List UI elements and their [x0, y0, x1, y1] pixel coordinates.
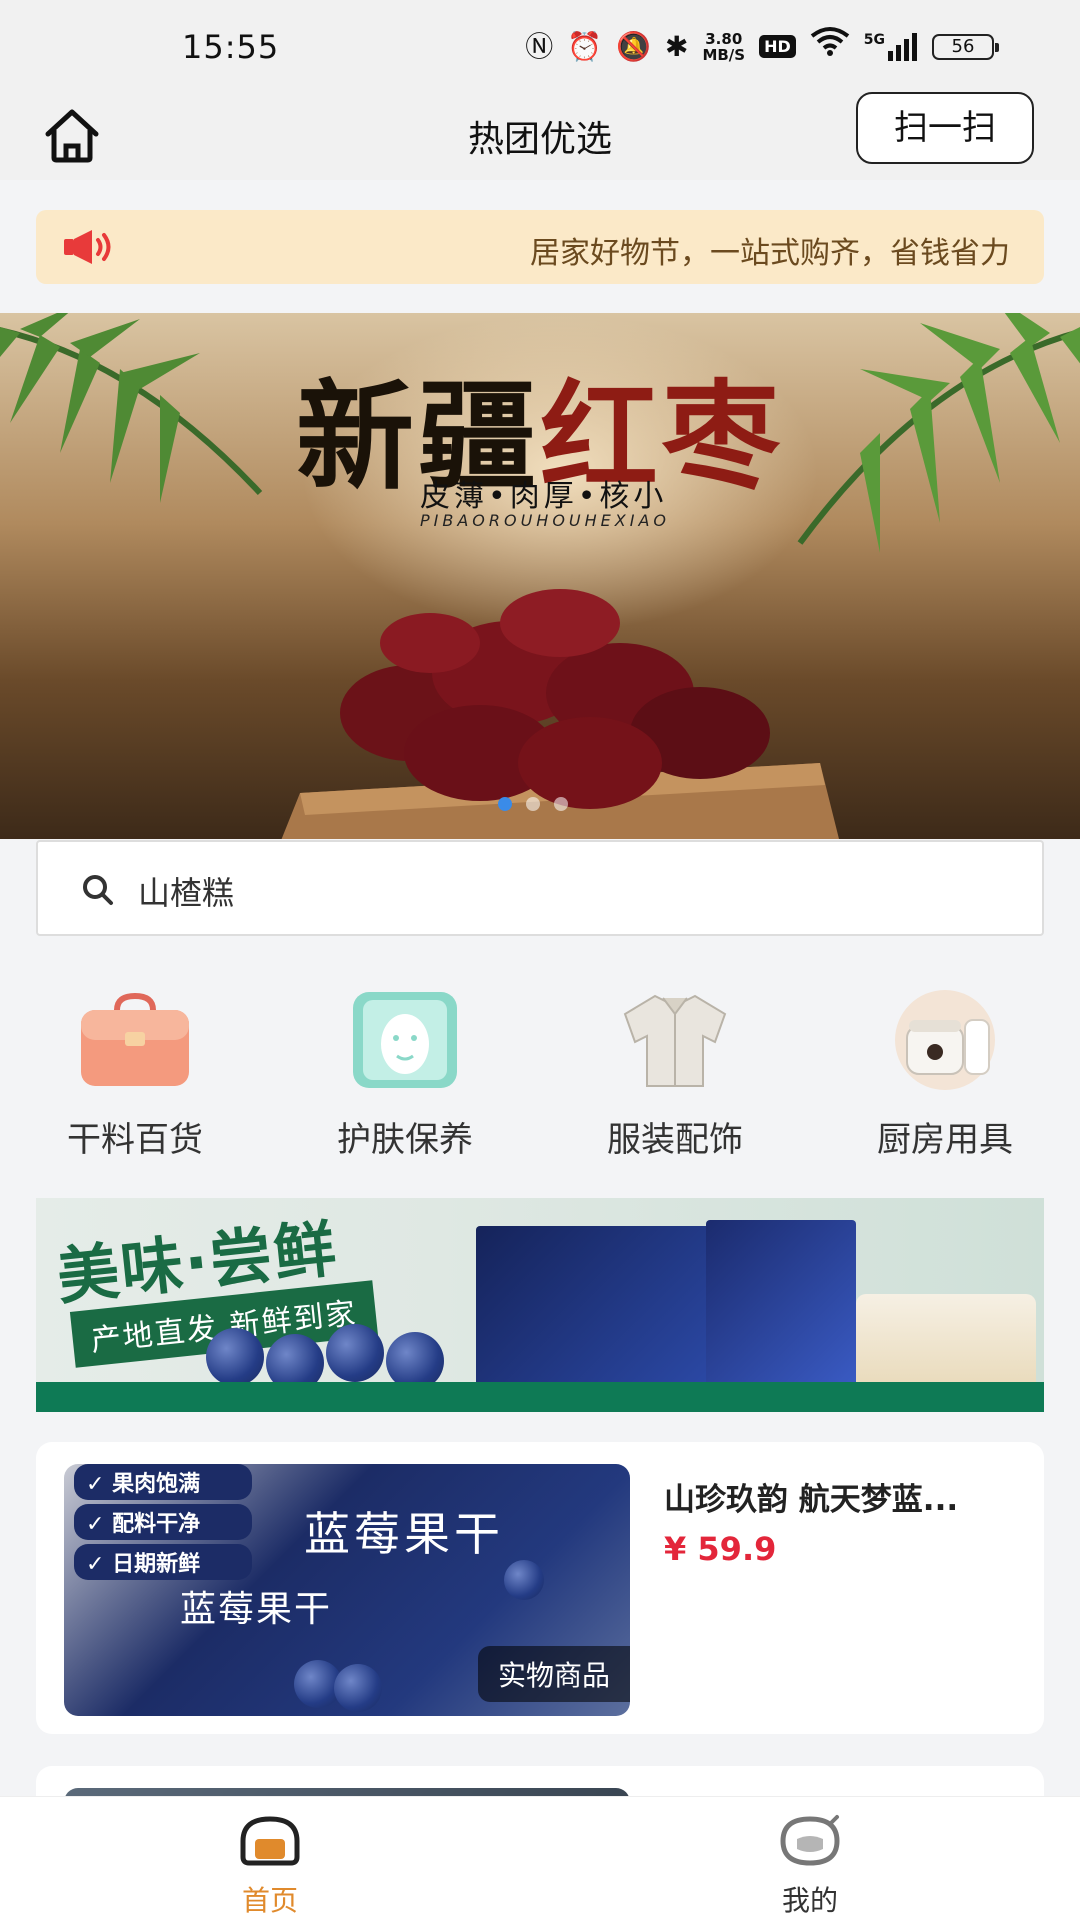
- category-label: 护肤保养: [337, 1120, 473, 1160]
- product-card[interactable]: ✓ 果肉饱满 ✓ 配料干净 ✓ 日期新鲜 蓝莓果干 蓝莓果干 实物商品 山珍玖韵…: [36, 1442, 1044, 1734]
- category-item[interactable]: 厨房用具: [810, 980, 1080, 1160]
- category-item[interactable]: 服装配饰: [540, 980, 810, 1160]
- banner-subtitle: 皮薄•肉厚•核小: [420, 479, 668, 514]
- tab-home[interactable]: 首页: [0, 1797, 540, 1920]
- status-time: 15:55: [182, 28, 280, 66]
- category-grid: 干料百货 护肤保养 服装配饰 厨房用具: [0, 980, 1080, 1160]
- banner-subtitle-en: PIBAOROUHOUHEXIAO: [420, 511, 670, 530]
- promo-product-box: [476, 1226, 726, 1386]
- carousel-dots: [498, 797, 568, 811]
- category-item[interactable]: 干料百货: [0, 980, 270, 1160]
- bluetooth-icon: ✱: [664, 29, 689, 63]
- feature-tags: ✓ 果肉饱满 ✓ 配料干净 ✓ 日期新鲜: [74, 1464, 252, 1580]
- search-icon: [83, 875, 113, 905]
- hero-banner[interactable]: 新疆红枣 皮薄•肉厚•核小 PIBAOROUHOUHEXIAO: [0, 313, 1080, 839]
- promo-band: [36, 1382, 1044, 1412]
- carousel-dot[interactable]: [498, 797, 512, 811]
- shirt-icon: [623, 994, 727, 1087]
- product-image[interactable]: ✓ 果肉饱满 ✓ 配料干净 ✓ 日期新鲜 蓝莓果干 蓝莓果干 实物商品: [64, 1464, 630, 1716]
- blueberry-image: [334, 1664, 382, 1712]
- promo-product-jar: [856, 1294, 1036, 1394]
- search-input[interactable]: 山楂糕: [138, 868, 234, 914]
- feature-tag: ✓ 果肉饱满: [74, 1464, 252, 1500]
- blueberry-image: [504, 1560, 544, 1600]
- battery-icon: 56: [932, 33, 999, 60]
- rice-cooker-icon: [895, 990, 995, 1090]
- alarm-icon: ⏰: [567, 29, 603, 63]
- promo-product-box: [706, 1220, 856, 1388]
- hd-badge: HD: [759, 35, 796, 58]
- net-speed-value: 3.80: [705, 29, 743, 48]
- net-speed-unit: MB/S: [702, 45, 746, 64]
- product-image-title: 蓝莓果干: [304, 1507, 504, 1561]
- mute-icon: 🔕: [616, 29, 651, 63]
- tab-label: 我的: [781, 1884, 838, 1917]
- network-type: 5G: [863, 31, 885, 48]
- tab-label: 首页: [241, 1884, 298, 1917]
- carousel-dot[interactable]: [554, 797, 568, 811]
- wifi-icon: [810, 26, 850, 67]
- category-label: 厨房用具: [877, 1120, 1013, 1160]
- toolbox-icon: [81, 992, 189, 1086]
- megaphone-icon: [64, 230, 111, 264]
- profile-tab-icon: [780, 1815, 840, 1866]
- nfc-icon: Ⓝ: [525, 29, 554, 63]
- category-item[interactable]: 护肤保养: [270, 980, 540, 1160]
- scan-button[interactable]: 扫一扫: [856, 92, 1034, 164]
- category-label: 服装配饰: [607, 1120, 743, 1160]
- signal-icon: 5G: [863, 31, 918, 61]
- search-bar[interactable]: 山楂糕: [36, 840, 1044, 936]
- product-price: ¥ 59.9: [664, 1530, 777, 1568]
- blueberry-image: [206, 1328, 264, 1386]
- status-icons: Ⓝ ⏰ 🔕 ✱ 3.80 MB/S HD 5G 56: [525, 26, 999, 67]
- blueberry-image: [326, 1324, 384, 1382]
- tab-mine[interactable]: 我的: [540, 1797, 1080, 1920]
- carousel-dot[interactable]: [526, 797, 540, 811]
- face-mask-icon: [353, 992, 457, 1088]
- product-type-tag: 实物商品: [477, 1646, 630, 1702]
- notice-text: 居家好物节，一站式购齐，省钱省力: [530, 236, 1010, 271]
- net-speed: 3.80 MB/S: [702, 31, 745, 63]
- product-image-title: 蓝莓果干: [180, 1589, 333, 1630]
- product-name[interactable]: 山珍玖韵 航天梦蓝...: [664, 1474, 1014, 1519]
- promo-banner[interactable]: 美味·尝鲜 产地直发 新鲜到家: [36, 1198, 1044, 1412]
- notice-bar[interactable]: 居家好物节，一站式购齐，省钱省力: [36, 210, 1044, 284]
- status-bar: 15:55 Ⓝ ⏰ 🔕 ✱ 3.80 MB/S HD 5G 56: [0, 0, 1080, 96]
- bottom-tab-bar: 首页 我的: [0, 1796, 1080, 1920]
- header: 热团优选 扫一扫: [0, 92, 1080, 180]
- home-tab-icon: [240, 1816, 300, 1866]
- category-label: 干料百货: [67, 1120, 203, 1160]
- feature-tag: ✓ 配料干净: [74, 1504, 252, 1540]
- feature-tag: ✓ 日期新鲜: [74, 1544, 252, 1580]
